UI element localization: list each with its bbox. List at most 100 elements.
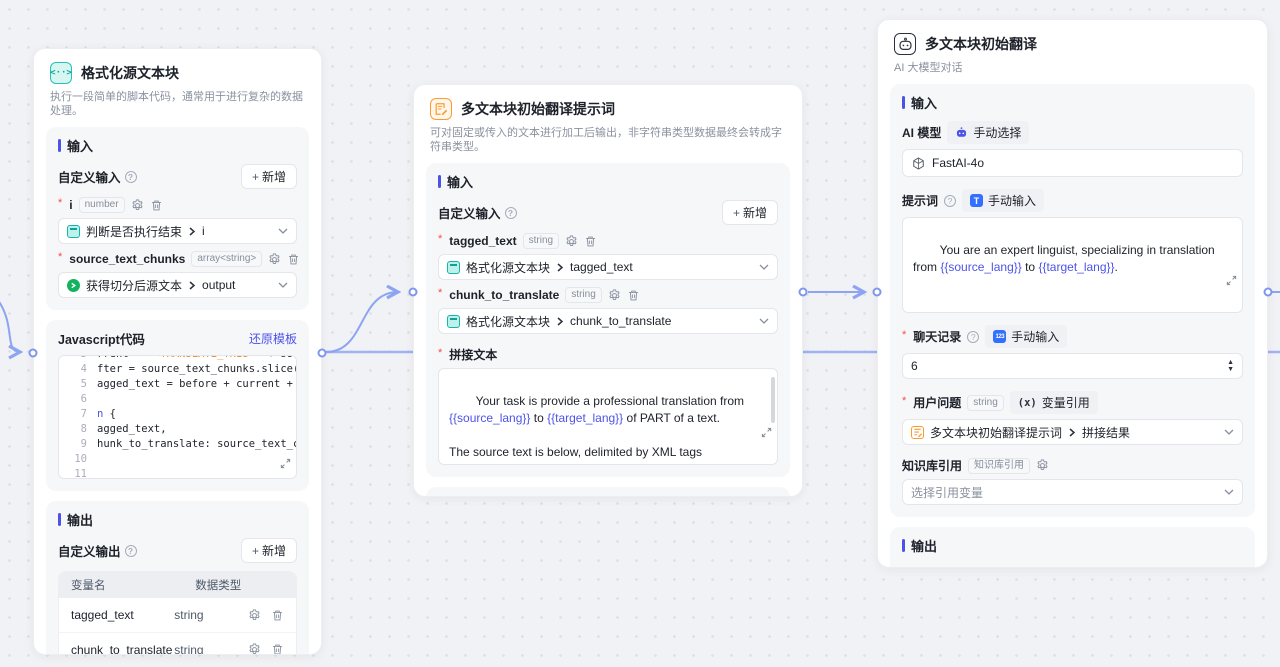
port-prompt-input[interactable] [409,288,418,297]
chevron-right-icon [556,317,564,326]
port-code-input[interactable] [29,349,38,358]
chevron-down-icon [1224,489,1234,495]
code-line: 8agged_text, [65,422,290,437]
chevron-down-icon [759,318,769,324]
model-select[interactable]: FastAI-4o [902,149,1243,177]
kb-select[interactable]: 选择引用变量 [902,479,1243,505]
gear-icon[interactable] [608,289,621,302]
type-badge: string [967,395,1003,411]
ref-select-tagged-text[interactable]: 格式化源文本块 tagged_text [438,254,778,280]
workflow-canvas[interactable]: <··> 格式化源文本块 执行一段简单的脚本代码，通常用于进行复杂的数据处理。 … [0,0,1280,667]
gear-icon[interactable] [268,253,281,266]
code-node-icon: <··> [50,62,72,84]
port-prompt-output[interactable] [799,288,808,297]
node-prompt-card[interactable]: 多文本块初始翻译提示词 可对固定或传入的文本进行加工后输出，非字符串类型数据最终… [413,84,803,497]
custom-input-label: 自定义输入 [58,167,137,186]
js-code-label: Javascript代码 [58,329,145,348]
field-name: tagged_text [449,234,516,248]
required-asterisk [902,329,906,341]
robot-badge-icon [955,126,968,139]
expand-icon[interactable] [1193,257,1237,308]
llm-node-title: 多文本块初始翻译 [925,34,1037,54]
history-mode-badge[interactable]: 123 手动输入 [985,325,1067,348]
gear-icon[interactable] [248,609,261,622]
ref-select-user-question[interactable]: 多文本块初始翻译提示词 拼接结果 [902,419,1243,445]
help-icon[interactable] [967,331,979,343]
gear-icon[interactable] [565,235,578,248]
llm-output-section: 输出 新的上下文 历史记录 AI 回复内容 string [890,527,1255,568]
plus-icon: + [733,206,740,220]
plus-icon: + [252,170,259,184]
gear-icon[interactable] [131,199,144,212]
output-table: 变量名 数据类型 tagged_text string chunk_to_tra… [58,571,297,655]
template-variable: {{source_lang}} [940,260,1021,274]
robot-node-icon [894,33,916,55]
trash-icon[interactable] [627,289,640,302]
plus-icon: + [252,544,259,558]
section-accent-bar [902,96,905,109]
spinner-up-icon[interactable]: ▲ [1227,359,1234,366]
section-accent-bar [58,139,61,152]
port-llm-input[interactable] [873,288,882,297]
chat-history-stepper[interactable]: 6 ▲ ▼ [902,353,1243,379]
input-section-title: 输入 [911,93,937,112]
node-code-card[interactable]: <··> 格式化源文本块 执行一段简单的脚本代码，通常用于进行复杂的数据处理。 … [33,48,322,655]
expand-icon[interactable] [728,409,772,460]
type-badge: number [79,197,125,213]
expand-icon[interactable] [280,456,291,474]
question-mode-badge[interactable]: (x) 变量引用 [1010,391,1098,414]
type-badge: string [565,287,601,303]
col-header-type: 数据类型 [195,577,284,593]
help-icon[interactable] [125,171,137,183]
code-editor-section: Javascript代码 还原模板 3rrent = "<TRANSLATE_T… [46,320,309,491]
reset-template-link[interactable]: 还原模板 [249,330,297,347]
help-icon[interactable] [505,207,517,219]
chevron-down-icon [1224,429,1234,435]
ref-select-source-text-chunks[interactable]: 获得切分后源文本 output [58,272,297,298]
chevron-right-icon [556,263,564,272]
concat-textarea[interactable]: Your task is provide a professional tran… [438,368,778,465]
code-editor[interactable]: 3rrent = "<TRANSLATE_THIS>" + source_tex… [58,355,297,479]
help-icon[interactable] [944,195,956,207]
prompt-node-title: 多文本块初始翻译提示词 [461,99,615,119]
trash-icon[interactable] [271,609,284,622]
trash-icon[interactable] [271,643,284,655]
node-llm-card[interactable]: 多文本块初始翻译 AI 大模型对话 输入 AI 模型 手动选择 FastAI-4… [877,19,1268,568]
split-node-icon [67,279,80,292]
custom-output-label: 自定义输出 [58,541,137,560]
code-node-ref-icon [447,261,460,274]
required-asterisk [58,251,62,263]
table-row: chunk_to_translate string [59,632,296,655]
variable-ref-badge-icon: (x) [1018,397,1037,409]
ref-select-i[interactable]: 判断是否执行结束 i [58,218,297,244]
type-badge: 历史记录 [994,567,1046,569]
gear-icon[interactable] [248,643,261,655]
add-input-button[interactable]: + 新增 [722,200,778,225]
code-node-header: <··> 格式化源文本块 执行一段简单的脚本代码，通常用于进行复杂的数据处理。 [34,49,321,127]
output-section-title: 输出 [447,496,473,497]
trash-icon[interactable] [584,235,597,248]
required-asterisk [438,233,442,245]
prompt-textarea[interactable]: You are an expert linguist, specializing… [902,217,1243,313]
section-accent-bar [438,175,441,188]
model-mode-badge[interactable]: 手动选择 [947,121,1029,144]
spinner-down-icon[interactable]: ▼ [1227,366,1234,373]
port-llm-output[interactable] [1264,288,1273,297]
text-node-icon [430,98,452,120]
template-variable: {{source_lang}} [449,411,530,425]
add-output-button[interactable]: + 新增 [241,538,297,563]
port-code-output[interactable] [318,349,327,358]
chevron-down-icon [759,264,769,270]
trash-icon[interactable] [150,199,163,212]
type-badge: string [523,233,559,249]
llm-node-subtitle: AI 大模型对话 [894,59,1251,75]
text-segment: to [530,411,547,425]
trash-icon[interactable] [287,253,300,266]
gear-icon[interactable] [1036,459,1049,472]
add-input-button[interactable]: + 新增 [241,164,297,189]
help-icon[interactable] [125,545,137,557]
required-asterisk [58,197,62,209]
ref-select-chunk-to-translate[interactable]: 格式化源文本块 chunk_to_translate [438,308,778,334]
kb-ref-label: 知识库引用 [902,457,962,474]
prompt-mode-badge[interactable]: T 手动输入 [962,189,1044,212]
